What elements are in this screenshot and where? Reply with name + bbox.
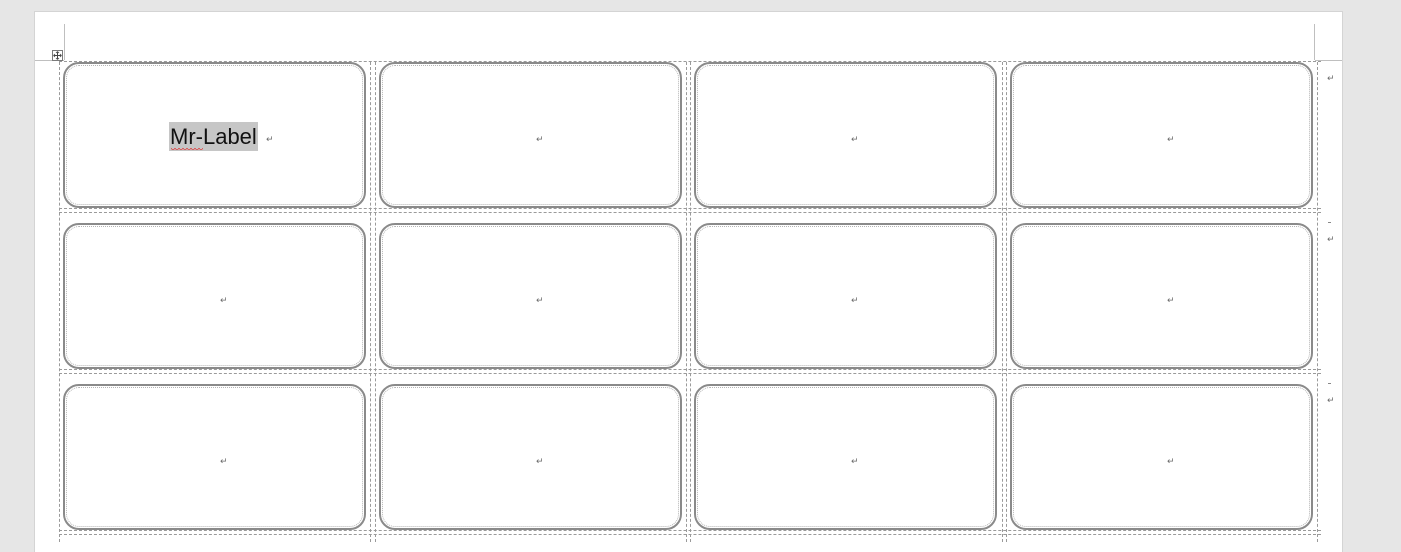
label-cell[interactable]: Mr-Label ↵ (63, 62, 366, 208)
paragraph-mark: ↵ (1167, 296, 1175, 306)
end-of-row-mark: ↵ (1327, 396, 1335, 406)
document-page[interactable]: Mr-Label ↵ ↵ ↵ ↵ ↵ ↵ ↵ ↵ ↵ ↵ ↵ ↵ ↵ ↵ ↵ (35, 12, 1342, 552)
table-move-icon[interactable] (52, 50, 63, 61)
label-cell[interactable]: ↵ (1010, 62, 1313, 208)
label-cell[interactable]: ↵ (63, 223, 366, 369)
label-text[interactable]: Mr-Label (169, 122, 258, 151)
table-gridline (1006, 62, 1007, 542)
margin-guide-top-left-v (64, 24, 65, 60)
spellcheck-underline (171, 148, 203, 151)
table-gridline (375, 62, 376, 542)
paragraph-mark: ↵ (220, 457, 228, 467)
paragraph-mark: ↵ (851, 457, 859, 467)
table-gridline (1317, 62, 1318, 542)
paragraph-mark: ↵ (266, 135, 274, 145)
paragraph-mark: ↵ (851, 296, 859, 306)
end-of-row-mark: ↵ (1327, 74, 1335, 84)
label-cell[interactable]: ↵ (379, 384, 682, 530)
paragraph-mark: ↵ (851, 135, 859, 145)
label-cell[interactable]: ↵ (1010, 384, 1313, 530)
label-cell[interactable]: ↵ (63, 384, 366, 530)
paragraph-mark: ↵ (536, 135, 544, 145)
paragraph-mark: ↵ (220, 296, 228, 306)
label-cell[interactable]: ↵ (694, 223, 997, 369)
label-cell[interactable]: ↵ (694, 62, 997, 208)
label-cell[interactable]: ↵ (379, 223, 682, 369)
margin-guide-top-right-v (1314, 24, 1315, 60)
row-boundary-tick (1328, 222, 1331, 223)
table-gridline (1002, 62, 1003, 542)
table-gridline (690, 62, 691, 542)
end-of-row-mark: ↵ (1327, 235, 1335, 245)
paragraph-mark: ↵ (536, 296, 544, 306)
paragraph-mark: ↵ (1167, 135, 1175, 145)
label-cell[interactable]: ↵ (1010, 223, 1313, 369)
row-boundary-tick (1328, 383, 1331, 384)
paragraph-mark: ↵ (1167, 457, 1175, 467)
label-cell[interactable]: ↵ (379, 62, 682, 208)
table-gridline (686, 62, 687, 542)
paragraph-mark: ↵ (536, 457, 544, 467)
label-cell[interactable]: ↵ (694, 384, 997, 530)
table-gridline (59, 62, 60, 542)
table-gridline (370, 62, 371, 542)
